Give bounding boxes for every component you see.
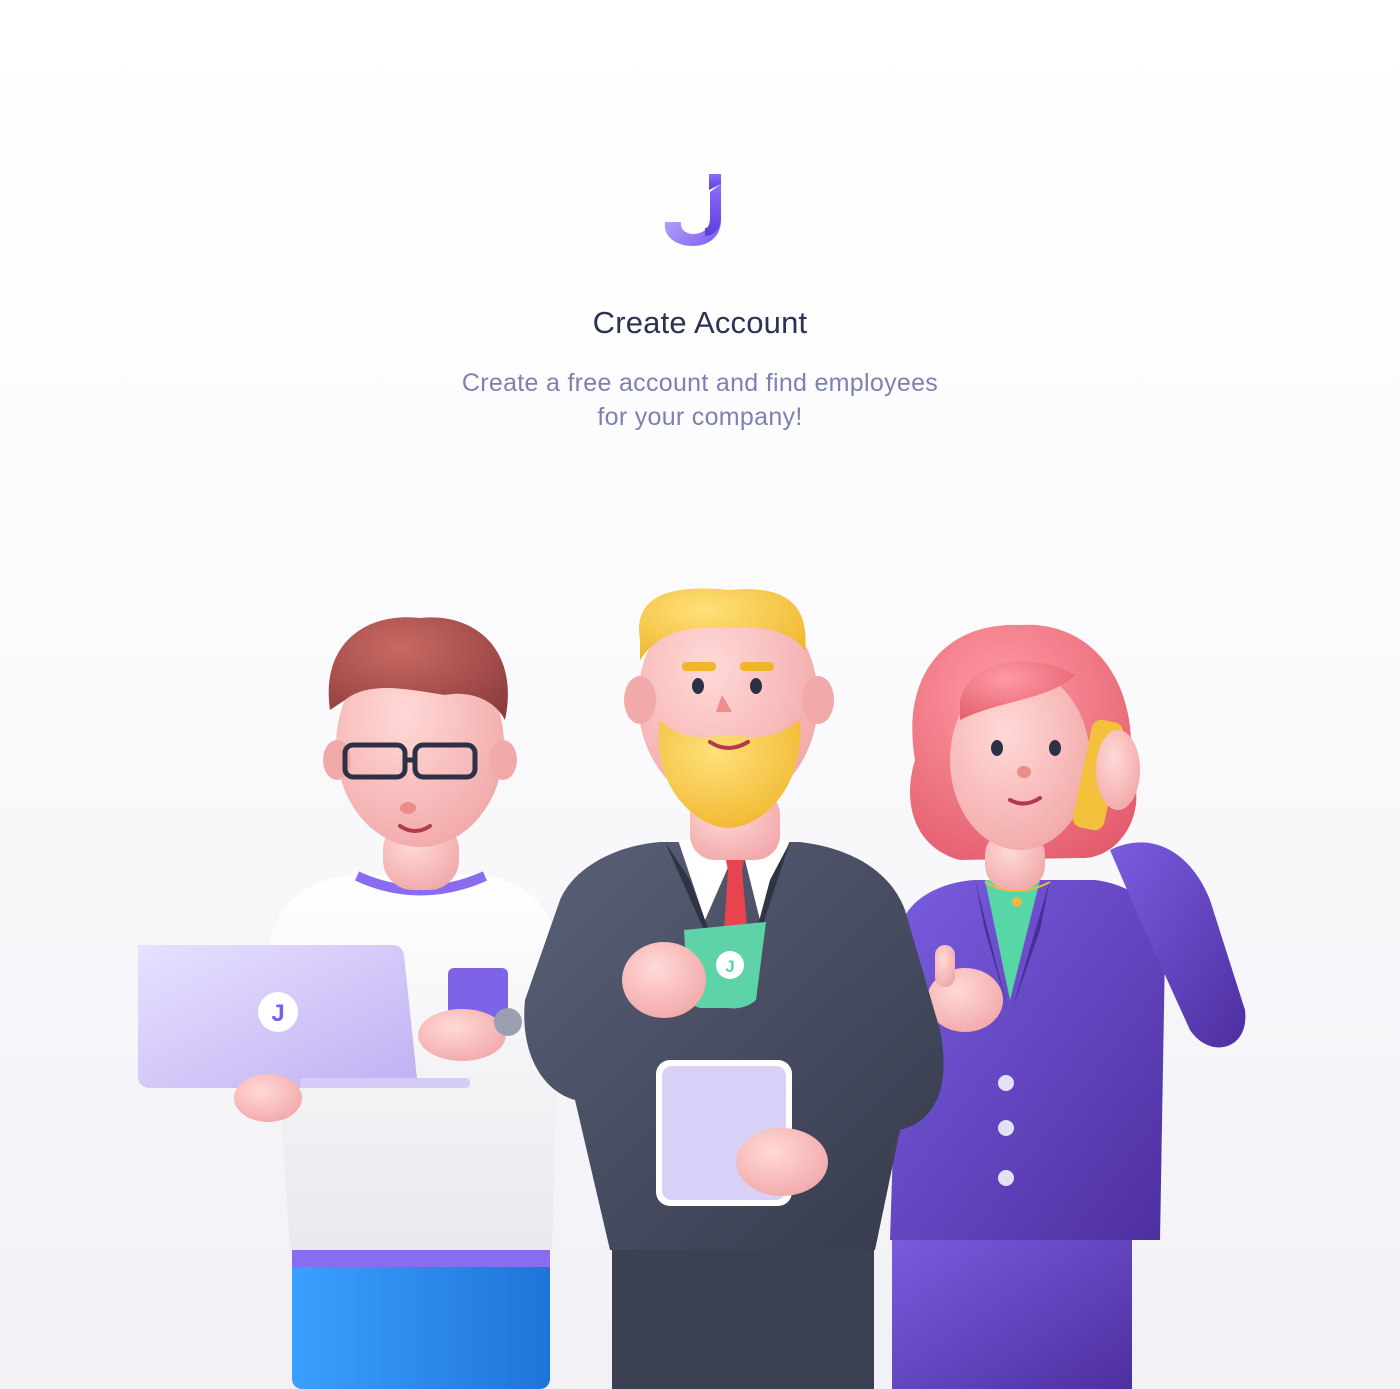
subtitle-line-1: Create a free account and find employees (461, 369, 939, 397)
j-logo-icon (664, 174, 721, 246)
developer-figure: J (138, 617, 560, 1389)
businesswoman-figure (890, 624, 1246, 1389)
svg-text:J: J (271, 1000, 284, 1027)
page-subtitle: Create a free account and find employees… (0, 366, 1400, 434)
businessman-figure: J (524, 588, 944, 1389)
subtitle-line-2: for your company! (597, 403, 803, 431)
team-illustration: J J (138, 588, 1246, 1389)
page-title: Create Account (592, 305, 808, 340)
svg-text:J: J (725, 957, 734, 976)
